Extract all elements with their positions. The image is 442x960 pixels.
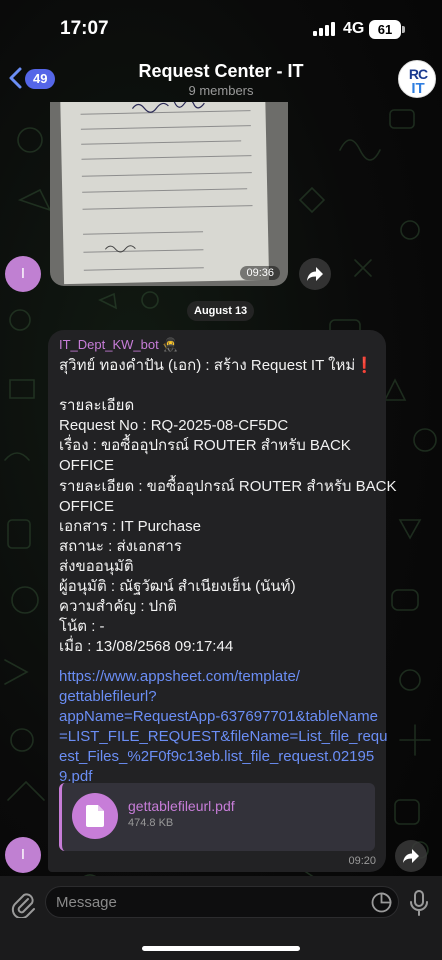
chat-title[interactable]: Request Center - IT xyxy=(0,61,442,82)
document-icon[interactable] xyxy=(72,793,118,839)
sender-avatar[interactable]: I xyxy=(5,256,41,292)
composer-bar xyxy=(0,876,442,960)
link-line[interactable]: est_Files_%2F0f9c13eb.list_file_request.… xyxy=(59,747,379,767)
battery-indicator: 61 xyxy=(369,20,401,39)
link-line[interactable]: gettablefileurl? xyxy=(59,687,379,707)
message-line: โน้ต : - xyxy=(59,618,105,636)
network-type: 4G xyxy=(343,20,365,37)
link-line[interactable]: https://www.appsheet.com/template/ xyxy=(59,667,379,687)
file-size: 474.8 KB xyxy=(128,817,174,829)
sticker-icon[interactable] xyxy=(371,892,392,913)
document-photo xyxy=(59,102,270,285)
bot-message-bubble[interactable]: IT_Dept_KW_bot 🥷 สุวิทย์ ทองคำปัน (เอก) … xyxy=(48,330,397,872)
message-line: ส่งขออนุมัติ xyxy=(59,557,134,575)
message-line: เรื่อง : ขอซื้ออุปกรณ์ ROUTER สำหรับ BAC… xyxy=(59,437,351,455)
file-attachment[interactable]: gettablefileurl.pdf 474.8 KB xyxy=(59,783,375,851)
message-line: ความสำคัญ : ปกติ xyxy=(59,598,178,616)
message-line: เอกสาร : IT Purchase xyxy=(59,517,201,535)
message-body: สุวิทย์ ทองคำปัน (เอก) : สร้าง Request I… xyxy=(59,356,397,657)
message-line: ผู้อนุมัติ : ณัฐวัฒน์ สำเนียงเย็น (นันท์… xyxy=(59,578,296,596)
file-link[interactable]: https://www.appsheet.com/template/ getta… xyxy=(59,667,387,788)
message-input[interactable] xyxy=(56,887,356,917)
message-input-container[interactable] xyxy=(45,886,399,918)
file-name[interactable]: gettablefileurl.pdf xyxy=(128,798,235,814)
message-time: 09:36 xyxy=(240,266,280,280)
link-line[interactable]: =LIST_FILE_REQUEST&fileName=List_file_re… xyxy=(59,727,387,747)
chat-header: 49 Request Center - IT 9 members RC IT xyxy=(0,52,442,102)
message-line: OFFICE xyxy=(59,457,114,475)
forward-button[interactable] xyxy=(395,840,427,872)
cellular-signal-icon xyxy=(313,22,335,36)
members-count: 9 members xyxy=(188,83,254,98)
message-line: Request No : RQ-2025-08-CF5DC xyxy=(59,417,289,435)
message-line: รายละเอียด xyxy=(59,397,135,415)
battery-tip xyxy=(402,26,405,33)
home-indicator xyxy=(142,946,300,951)
sender-name[interactable]: IT_Dept_KW_bot 🥷 xyxy=(59,337,179,353)
message-line: สถานะ : ส่งเอกสาร xyxy=(59,537,182,555)
message-line: รายละเอียด : ขอซื้ออุปกรณ์ ROUTER สำหรับ… xyxy=(59,477,397,495)
message-line xyxy=(59,376,379,396)
message-time: 09:20 xyxy=(348,855,376,867)
group-avatar[interactable]: RC IT xyxy=(398,60,436,98)
message-line: สุวิทย์ ทองคำปัน (เอก) : สร้าง Request I… xyxy=(59,357,374,374)
microphone-icon[interactable] xyxy=(408,889,430,917)
status-time: 17:07 xyxy=(60,18,109,39)
attachment-icon[interactable] xyxy=(10,890,36,918)
message-line: OFFICE xyxy=(59,497,114,515)
forward-icon xyxy=(403,849,419,863)
link-line[interactable]: appName=RequestApp-637697701&tableName xyxy=(59,707,379,727)
photo-message[interactable]: 09:36 xyxy=(50,102,288,286)
chat-screen: 17:07 4G 61 49 Request Center - IT 9 mem… xyxy=(0,0,442,960)
forward-button[interactable] xyxy=(299,258,331,290)
forward-icon xyxy=(307,267,323,281)
message-line: เมื่อ : 13/08/2568 09:17:44 xyxy=(59,638,234,656)
sender-avatar[interactable]: I xyxy=(5,837,41,873)
status-bar: 17:07 4G 61 xyxy=(0,0,442,60)
date-divider: August 13 xyxy=(187,301,255,321)
group-avatar-it: IT xyxy=(411,80,425,97)
